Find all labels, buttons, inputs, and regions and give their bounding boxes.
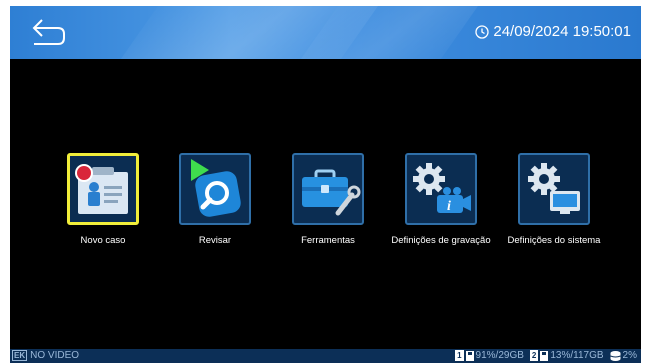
disk-1-status: 1 91%/29GB — [455, 350, 524, 361]
datetime-display: 24/09/2024 19:50:01 — [475, 23, 631, 40]
video-status-text: NO VIDEO — [30, 350, 80, 361]
svg-text:i: i — [447, 199, 451, 214]
menu-item-label: Novo caso — [80, 235, 126, 246]
disk-1-number: 1 — [455, 350, 464, 361]
disk-icon — [465, 350, 474, 361]
datetime-text: 24/09/2024 19:50:01 — [493, 23, 631, 40]
main-menu: Novo caso Revisar Ferramentas i Definiçõ… — [10, 153, 641, 253]
menu-item-label: Revisar — [198, 235, 232, 246]
back-button[interactable] — [28, 16, 68, 50]
disk-1-usage: 91%/29GB — [475, 350, 524, 361]
tools-tile[interactable] — [292, 153, 364, 225]
menu-item-review[interactable]: Revisar — [160, 153, 270, 246]
clock-icon — [475, 24, 490, 39]
review-tile[interactable] — [179, 153, 251, 225]
disk-icon — [540, 350, 549, 361]
menu-item-system-settings[interactable]: Definições do sistema — [499, 153, 609, 246]
database-usage: 2% — [622, 350, 637, 361]
recording-settings-icon: i — [413, 163, 471, 214]
menu-item-recording-settings[interactable]: i Definições de gravação — [386, 153, 496, 246]
menu-item-new-case[interactable]: Novo caso — [48, 153, 158, 246]
ek-badge: EK — [12, 350, 28, 361]
new-case-icon — [75, 164, 128, 214]
new-case-tile[interactable] — [67, 153, 139, 225]
database-status: 2% — [609, 350, 637, 361]
disk-2-usage: 13%/117GB — [550, 350, 604, 361]
disk-2-number: 2 — [529, 350, 539, 361]
menu-item-label: Ferramentas — [301, 235, 355, 246]
back-arrow-icon — [32, 19, 65, 45]
review-icon — [191, 159, 241, 217]
system-settings-icon — [528, 163, 580, 214]
database-icon — [609, 350, 621, 361]
system-settings-tile[interactable] — [518, 153, 590, 225]
toolbox-icon — [302, 169, 361, 216]
menu-item-label: Definições do sistema — [507, 235, 601, 246]
disk-2-status: 2 13%/117GB — [529, 350, 604, 361]
main-screen: 24/09/2024 19:50:01 Novo caso Revisar Fe… — [10, 6, 641, 363]
recording-settings-tile[interactable]: i — [405, 153, 477, 225]
storage-status: 1 91%/29GB 2 13%/117GB 2% — [455, 350, 637, 361]
video-status: EK NO VIDEO — [12, 350, 79, 361]
menu-item-label: Definições de gravação — [391, 235, 491, 246]
status-bar: EK NO VIDEO 1 91%/29GB 2 13%/117GB 2% — [10, 349, 641, 363]
menu-item-tools[interactable]: Ferramentas — [273, 153, 383, 246]
header-bar: 24/09/2024 19:50:01 — [10, 6, 641, 59]
